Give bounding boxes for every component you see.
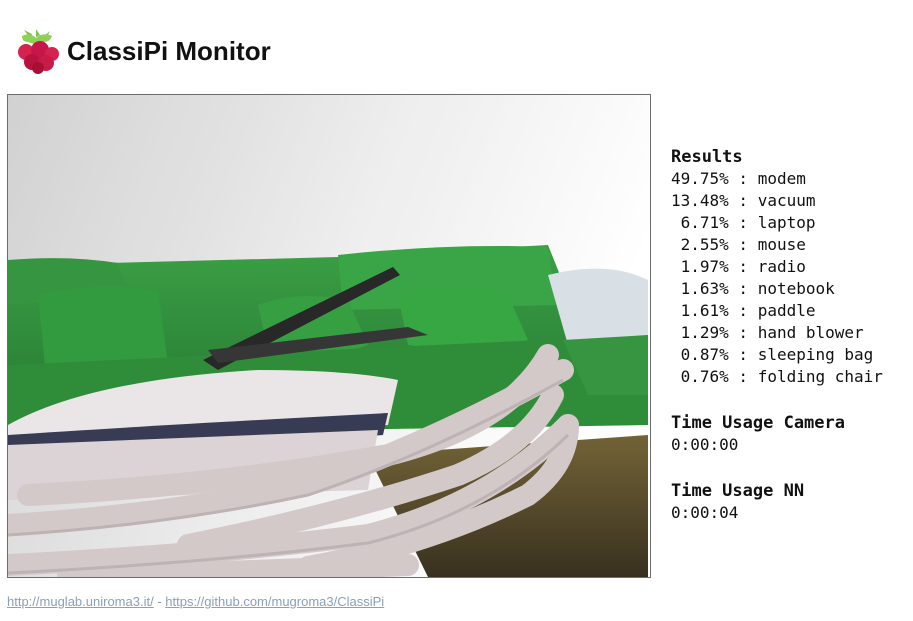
time-usage-camera-title: Time Usage Camera [671,413,845,433]
footer-separator: - [153,594,166,609]
result-row: 6.71% : laptop [671,213,816,232]
page-title: ClassiPi Monitor [67,35,271,66]
results-title: Results [671,147,743,167]
result-row: 0.87% : sleeping bag [671,345,874,364]
result-row: 1.61% : paddle [671,301,816,320]
result-row: 2.55% : mouse [671,235,806,254]
result-row: 1.63% : notebook [671,279,835,298]
raspberry-pi-logo-icon [18,29,59,74]
result-row: 0.76% : folding chair [671,367,883,386]
result-row: 1.97% : radio [671,257,806,276]
result-row: 1.29% : hand blower [671,323,864,342]
header: ClassiPi Monitor [10,28,271,74]
results-panel: Results 49.75% : modem 13.48% : vacuum 6… [671,146,911,524]
time-usage-camera-value: 0:00:00 [671,435,739,454]
muglab-link[interactable]: http://muglab.uniroma3.it/ [7,594,154,609]
footer: http://muglab.uniroma3.it/ - https://git… [7,594,384,609]
time-usage-nn-value: 0:00:04 [671,503,739,522]
result-row: 13.48% : vacuum [671,191,816,210]
github-link[interactable]: https://github.com/mugroma3/ClassiPi [165,594,384,609]
time-usage-nn-title: Time Usage NN [671,481,805,501]
camera-feed-image [7,94,651,578]
result-row: 49.75% : modem [671,169,806,188]
